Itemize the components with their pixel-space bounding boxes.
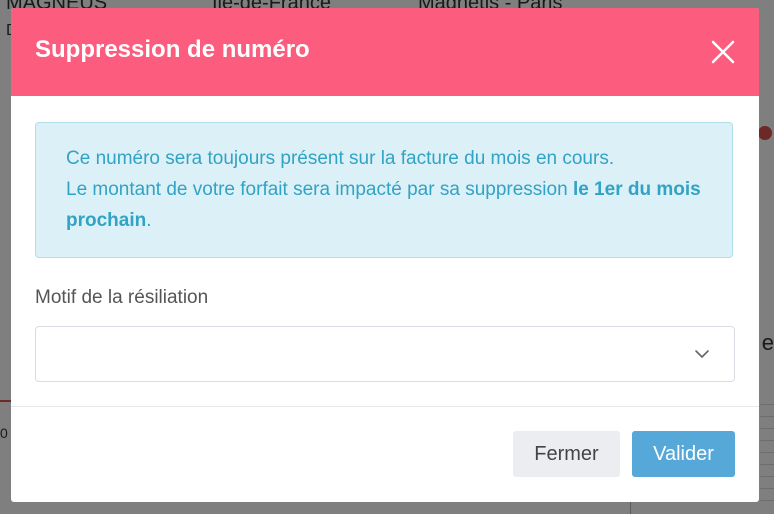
modal-title: Suppression de numéro	[35, 36, 310, 63]
close-icon	[711, 40, 735, 64]
cancel-button[interactable]: Fermer	[513, 431, 620, 477]
submit-button[interactable]: Valider	[632, 431, 735, 477]
delete-number-modal: Suppression de numéro Ce numéro sera tou…	[11, 8, 759, 502]
chevron-down-icon	[695, 350, 709, 358]
alert-line-2: Le montant de votre forfait sera impacté…	[66, 179, 573, 200]
modal-header: Suppression de numéro	[11, 8, 759, 96]
reason-label: Motif de la résiliation	[35, 287, 209, 308]
alert-period: .	[146, 210, 152, 231]
close-button[interactable]	[709, 38, 737, 66]
footer-divider	[11, 406, 759, 407]
alert-line-1: Ce numéro sera toujours présent sur la f…	[66, 148, 615, 169]
info-alert: Ce numéro sera toujours présent sur la f…	[35, 122, 733, 258]
reason-select[interactable]	[35, 326, 735, 382]
